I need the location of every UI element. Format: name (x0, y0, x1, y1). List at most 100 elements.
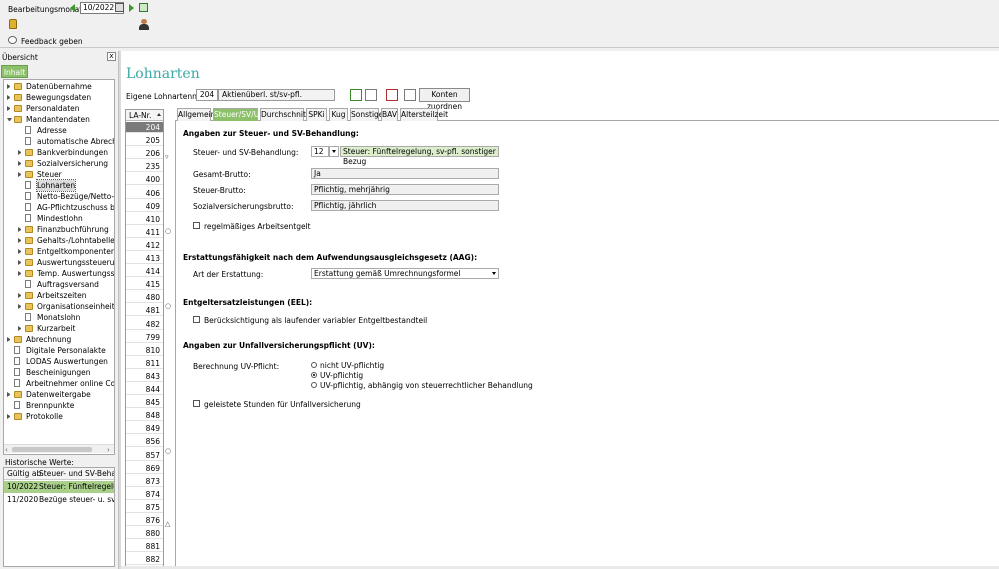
uv-option-radio-1[interactable] (311, 372, 317, 378)
la-list-item[interactable]: 413 (126, 253, 163, 264)
own-name-field[interactable]: Aktienüberl. st/sv-pfl. (218, 89, 335, 101)
la-list-item[interactable]: 843 (126, 371, 163, 382)
la-list-item[interactable]: 845 (126, 397, 163, 409)
la-list-item[interactable]: 869 (126, 463, 163, 474)
la-list-item[interactable]: 406 (126, 188, 163, 199)
tab-5[interactable]: Sonstiges (350, 108, 387, 121)
collapsed-arrow-icon[interactable] (7, 392, 11, 397)
la-list-item[interactable]: 206 (126, 148, 163, 160)
copy-icon[interactable] (365, 89, 377, 101)
calendar-icon[interactable] (115, 3, 124, 12)
la-list-item[interactable]: 874 (126, 489, 163, 500)
la-list-item[interactable]: 810 (126, 345, 163, 356)
konten-zuordnen-button[interactable]: Konten zuordnen (419, 88, 470, 111)
tax-treatment-code[interactable]: 12 (311, 146, 329, 157)
navigation-tree[interactable]: Datenübernahme Bewegungsdaten Personaldate… (3, 79, 115, 455)
tree-item[interactable]: Steuer (4, 169, 114, 180)
la-list-item[interactable]: 811 (126, 358, 163, 369)
tree-item[interactable]: Finanzbuchführung (4, 224, 114, 235)
collapsed-arrow-icon[interactable] (18, 260, 22, 265)
collapsed-arrow-icon[interactable] (18, 172, 22, 177)
scroll-left-icon[interactable]: ‹ (5, 446, 8, 454)
tab-4[interactable]: Kug (329, 108, 348, 121)
la-list-item[interactable]: 481 (126, 305, 163, 317)
tab-3[interactable]: SPKi (306, 108, 327, 121)
collapsed-arrow-icon[interactable] (18, 271, 22, 276)
tree-item[interactable]: Auftragsversand (4, 279, 114, 290)
tree-item[interactable]: Netto-Bezüge/Netto-Abzüge (4, 191, 114, 202)
tree-item[interactable]: Adresse (4, 125, 114, 136)
history-row[interactable]: 11/2020Bezüge steuer- u. sv-pflichtig (4, 494, 114, 506)
scroll-right-icon[interactable]: › (107, 446, 110, 454)
tree-item[interactable]: Monatslohn (4, 312, 114, 323)
la-list-item[interactable]: 856 (126, 436, 163, 448)
tree-item[interactable]: Bankverbindungen (4, 147, 114, 158)
la-list-item[interactable]: 400 (126, 174, 163, 186)
tree-item[interactable]: Lohnarten (4, 179, 114, 192)
la-list-item[interactable]: 204 (126, 122, 163, 133)
la-list-item[interactable]: 848 (126, 410, 163, 422)
collapsed-arrow-icon[interactable] (18, 249, 22, 254)
la-list-item[interactable]: 875 (126, 502, 163, 513)
la-list-item[interactable]: 412 (126, 240, 163, 251)
edit-icon[interactable] (404, 89, 416, 101)
next-month-arrow-icon[interactable] (129, 4, 134, 12)
la-list-item[interactable]: 882 (126, 554, 163, 566)
tree-item[interactable]: Datenweitergabe (4, 389, 114, 400)
collapsed-arrow-icon[interactable] (18, 304, 22, 309)
tree-item[interactable]: Personaldaten (4, 103, 114, 114)
previous-month-arrow-icon[interactable] (70, 4, 75, 12)
tree-item[interactable]: Auswertungssteuerung (4, 257, 114, 268)
collapsed-arrow-icon[interactable] (7, 84, 11, 89)
history-row[interactable]: 10/2022Steuer: Fünftelregelung, sv-pfl. … (4, 481, 114, 493)
collapsed-arrow-icon[interactable] (7, 95, 11, 100)
tree-item[interactable]: Bescheinigungen (4, 367, 114, 378)
tree-item[interactable]: Digitale Personalakte (4, 345, 114, 356)
la-list-item[interactable]: 799 (126, 332, 163, 343)
collapsed-arrow-icon[interactable] (18, 227, 22, 232)
art-erstattung-select[interactable]: Erstattung gemäß Umrechnungsformel (311, 268, 499, 279)
tree-item[interactable]: Organisationseinheiten (4, 301, 114, 312)
la-list-item[interactable]: 480 (126, 292, 163, 304)
collapsed-arrow-icon[interactable] (18, 293, 22, 298)
own-number-field[interactable]: 204 (196, 89, 218, 101)
la-list-item[interactable]: 844 (126, 384, 163, 395)
la-list-item[interactable]: 235 (126, 161, 163, 173)
collapsed-arrow-icon[interactable] (18, 326, 22, 331)
la-number-list[interactable]: LA-Nr. 204 205 206 235 400 406 409 410 411 412 413… (125, 109, 164, 567)
tab-6[interactable]: BAV (381, 108, 398, 121)
tree-item[interactable]: Datenübernahme (4, 81, 114, 92)
new-record-icon[interactable] (350, 89, 362, 101)
uv-option-radio-2[interactable] (311, 382, 317, 388)
tree-item[interactable]: automatische Abrechnung (4, 136, 114, 147)
tree-item[interactable]: Arbeitszeiten (4, 290, 114, 301)
tree-horizontal-scrollbar[interactable]: ‹ › (4, 444, 114, 454)
tab-0[interactable]: Allgemein (177, 108, 215, 121)
tree-item[interactable]: AG-Pflichtzuschuss bAV (4, 202, 114, 213)
tree-item[interactable]: Arbeitnehmer online Cockpit (4, 378, 114, 389)
collapsed-arrow-icon[interactable] (7, 337, 11, 342)
la-list-item[interactable]: 205 (126, 135, 163, 147)
la-list-item[interactable]: 876 (126, 515, 163, 526)
tab-inhalt[interactable]: Inhalt (1, 65, 28, 78)
la-list-item[interactable]: 410 (126, 214, 163, 225)
tree-item[interactable]: Mandantendaten (4, 114, 114, 125)
la-list-header[interactable]: LA-Nr. (126, 110, 163, 121)
lock-icon[interactable] (9, 19, 17, 29)
la-list-item[interactable]: 881 (126, 541, 163, 553)
tree-item[interactable]: Gehalts-/Lohntabellen (4, 235, 114, 246)
tab-2[interactable]: Durchschnitte (260, 108, 313, 121)
tree-item[interactable]: Temp. Auswertungssteuerung (4, 268, 114, 279)
tree-item[interactable]: Protokolle (4, 411, 114, 422)
collapsed-arrow-icon[interactable] (18, 238, 22, 243)
la-list-item[interactable]: 849 (126, 423, 163, 435)
hours-checkbox[interactable] (193, 400, 200, 407)
eel-checkbox[interactable] (193, 316, 200, 323)
la-list-item[interactable]: 880 (126, 528, 163, 540)
feedback-icon[interactable] (8, 36, 17, 44)
collapsed-arrow-icon[interactable] (18, 161, 22, 166)
la-list-item[interactable]: 482 (126, 319, 163, 330)
feedback-link[interactable]: Feedback geben (21, 37, 83, 46)
delete-icon[interactable] (386, 89, 398, 101)
expanded-arrow-icon[interactable] (7, 118, 12, 121)
